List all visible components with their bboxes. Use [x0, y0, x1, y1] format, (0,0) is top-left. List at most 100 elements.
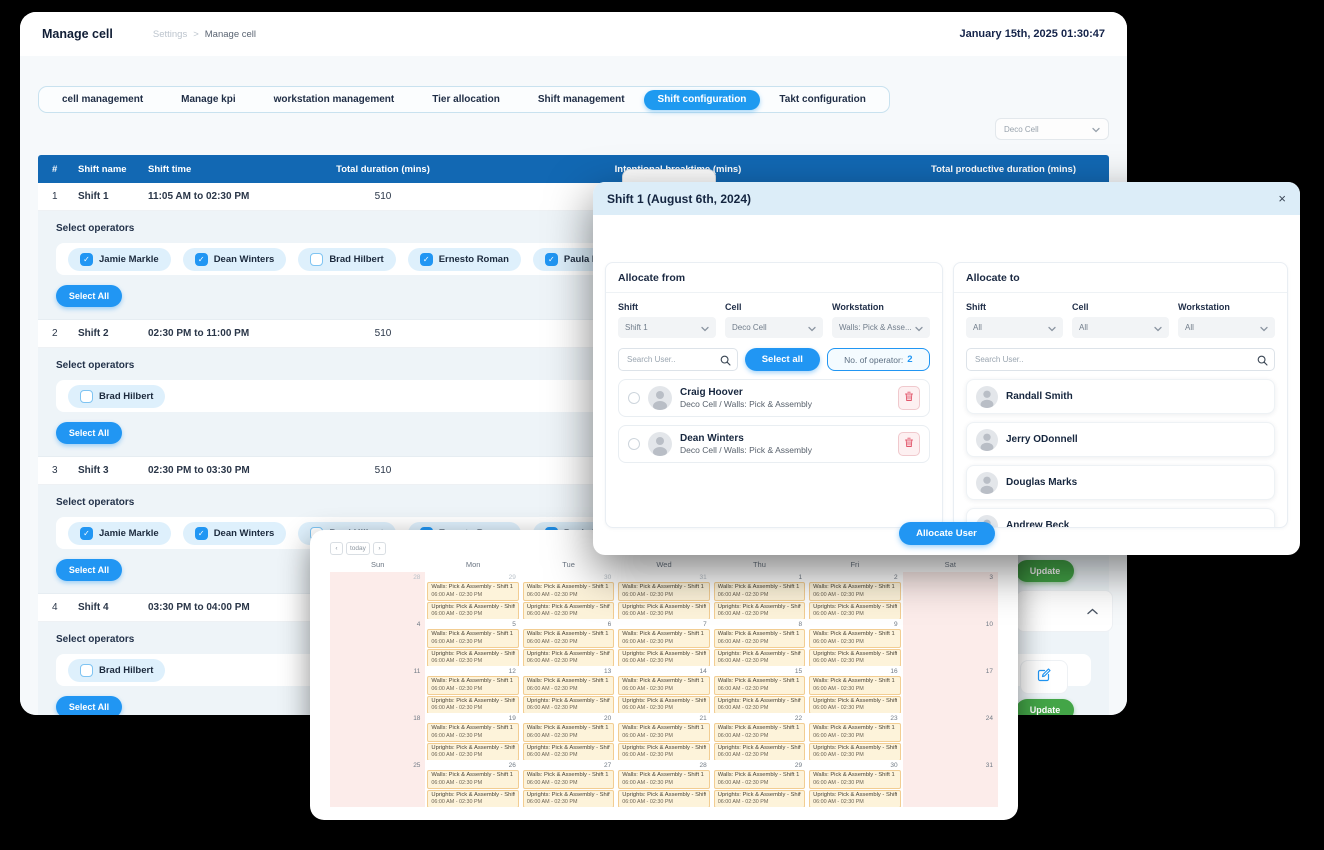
select-workstation-dropdown[interactable]: All [1178, 317, 1275, 338]
calendar-event[interactable]: Walls: Pick & Assembly - Shift 106:00 AM… [809, 582, 900, 601]
calendar-event[interactable]: Walls: Pick & Assembly - Shift 106:00 AM… [809, 676, 900, 695]
calendar-event[interactable]: Uprights: Pick & Assembly - Shift 106:00… [809, 696, 900, 713]
close-icon[interactable]: × [1278, 191, 1286, 206]
calendar-day-cell[interactable]: 20Walls: Pick & Assembly - Shift 106:00 … [521, 713, 616, 760]
tab-tier-allocation[interactable]: Tier allocation [413, 87, 519, 112]
select-shift-dropdown[interactable]: Shift 1 [618, 317, 716, 338]
calendar-event[interactable]: Walls: Pick & Assembly - Shift 106:00 AM… [523, 676, 614, 695]
calendar-day-cell[interactable]: 16Walls: Pick & Assembly - Shift 106:00 … [807, 666, 902, 713]
operator-chip-dean-winters[interactable]: ✓Dean Winters [183, 522, 287, 545]
calendar-event[interactable]: Walls: Pick & Assembly - Shift 106:00 AM… [809, 629, 900, 648]
calendar-day-cell[interactable]: 19Walls: Pick & Assembly - Shift 106:00 … [425, 713, 520, 760]
calendar-event[interactable]: Walls: Pick & Assembly - Shift 106:00 AM… [714, 723, 805, 742]
calendar-event[interactable]: Walls: Pick & Assembly - Shift 106:00 AM… [809, 723, 900, 742]
operator-chip-jamie-markle[interactable]: ✓Jamie Markle [68, 522, 171, 545]
calendar-event[interactable]: Uprights: Pick & Assembly - Shift 106:00… [809, 649, 900, 666]
user-card-douglas-marks[interactable]: Douglas Marks [966, 465, 1275, 500]
calendar-day-cell[interactable]: 1Walls: Pick & Assembly - Shift 106:00 A… [712, 572, 807, 619]
calendar-day-cell[interactable]: 31Walls: Pick & Assembly - Shift 106:00 … [616, 572, 711, 619]
tab-workstation-management[interactable]: workstation management [255, 87, 414, 112]
calendar-day-cell[interactable]: 30Walls: Pick & Assembly - Shift 106:00 … [807, 760, 902, 807]
checkbox-unchecked-icon[interactable] [80, 390, 93, 403]
calendar-event[interactable]: Walls: Pick & Assembly - Shift 106:00 AM… [618, 676, 709, 695]
checkbox-checked-icon[interactable]: ✓ [420, 253, 433, 266]
tab-cell-management[interactable]: cell management [43, 87, 162, 112]
calendar-day-cell[interactable]: 12Walls: Pick & Assembly - Shift 106:00 … [425, 666, 520, 713]
calendar-event[interactable]: Walls: Pick & Assembly - Shift 106:00 AM… [809, 770, 900, 789]
calendar-event[interactable]: Walls: Pick & Assembly - Shift 106:00 AM… [523, 770, 614, 789]
allocate-user-button[interactable]: Allocate User [899, 522, 995, 545]
calendar-day-cell[interactable]: 31 [903, 760, 998, 807]
chevron-up-icon[interactable] [1087, 602, 1098, 620]
calendar-event[interactable]: Walls: Pick & Assembly - Shift 106:00 AM… [427, 723, 518, 742]
calendar-event[interactable]: Uprights: Pick & Assembly - Shift 106:00… [427, 649, 518, 666]
search-user-input[interactable]: Search User.. [966, 348, 1275, 371]
delete-user-button[interactable] [898, 432, 920, 456]
tab-shift-configuration[interactable]: Shift configuration [644, 90, 761, 110]
update-button-bottom[interactable]: Update [1016, 699, 1074, 715]
calendar-event[interactable]: Walls: Pick & Assembly - Shift 106:00 AM… [618, 629, 709, 648]
calendar-day-cell[interactable]: 28Walls: Pick & Assembly - Shift 106:00 … [616, 760, 711, 807]
calendar-day-cell[interactable]: 26Walls: Pick & Assembly - Shift 106:00 … [425, 760, 520, 807]
operator-count-badge[interactable]: No. of operator: 2 [827, 348, 930, 371]
calendar-event[interactable]: Walls: Pick & Assembly - Shift 106:00 AM… [618, 770, 709, 789]
calendar-day-cell[interactable]: 18 [330, 713, 425, 760]
checkbox-unchecked-icon[interactable] [310, 253, 323, 266]
tab-shift-management[interactable]: Shift management [519, 87, 644, 112]
calendar-event[interactable]: Uprights: Pick & Assembly - Shift 106:00… [714, 743, 805, 760]
calendar-next-button[interactable]: › [373, 542, 386, 555]
calendar-event[interactable]: Uprights: Pick & Assembly - Shift 106:00… [523, 743, 614, 760]
calendar-event[interactable]: Walls: Pick & Assembly - Shift 106:00 AM… [523, 629, 614, 648]
calendar-event[interactable]: Uprights: Pick & Assembly - Shift 106:00… [809, 790, 900, 807]
calendar-today-button[interactable]: today [346, 542, 370, 555]
checkbox-checked-icon[interactable]: ✓ [80, 527, 93, 540]
select-shift-dropdown[interactable]: All [966, 317, 1063, 338]
calendar-event[interactable]: Uprights: Pick & Assembly - Shift 106:00… [427, 696, 518, 713]
calendar-event[interactable]: Uprights: Pick & Assembly - Shift 106:00… [523, 602, 614, 619]
calendar-day-cell[interactable]: 28 [330, 572, 425, 619]
operator-chip-ernesto-roman[interactable]: ✓Ernesto Roman [408, 248, 521, 271]
calendar-day-cell[interactable]: 3 [903, 572, 998, 619]
edit-button[interactable] [1020, 660, 1068, 694]
calendar-event[interactable]: Uprights: Pick & Assembly - Shift 106:00… [427, 743, 518, 760]
calendar-event[interactable]: Uprights: Pick & Assembly - Shift 106:00… [809, 743, 900, 760]
radio-button[interactable] [628, 438, 640, 450]
calendar-event[interactable]: Uprights: Pick & Assembly - Shift 106:00… [714, 602, 805, 619]
calendar-event[interactable]: Uprights: Pick & Assembly - Shift 106:00… [809, 602, 900, 619]
calendar-event[interactable]: Uprights: Pick & Assembly - Shift 106:00… [523, 649, 614, 666]
calendar-event[interactable]: Uprights: Pick & Assembly - Shift 106:00… [427, 602, 518, 619]
calendar-event[interactable]: Uprights: Pick & Assembly - Shift 106:00… [523, 790, 614, 807]
calendar-event[interactable]: Uprights: Pick & Assembly - Shift 106:00… [714, 696, 805, 713]
calendar-event[interactable]: Walls: Pick & Assembly - Shift 106:00 AM… [427, 676, 518, 695]
calendar-event[interactable]: Walls: Pick & Assembly - Shift 106:00 AM… [714, 629, 805, 648]
calendar-event[interactable]: Walls: Pick & Assembly - Shift 106:00 AM… [714, 770, 805, 789]
calendar-day-cell[interactable]: 10 [903, 619, 998, 666]
calendar-event[interactable]: Walls: Pick & Assembly - Shift 106:00 AM… [714, 582, 805, 601]
calendar-day-cell[interactable]: 5Walls: Pick & Assembly - Shift 106:00 A… [425, 619, 520, 666]
calendar-day-cell[interactable]: 2Walls: Pick & Assembly - Shift 106:00 A… [807, 572, 902, 619]
calendar-event[interactable]: Walls: Pick & Assembly - Shift 106:00 AM… [427, 770, 518, 789]
calendar-event[interactable]: Walls: Pick & Assembly - Shift 106:00 AM… [618, 723, 709, 742]
calendar-day-cell[interactable]: 29Walls: Pick & Assembly - Shift 106:00 … [425, 572, 520, 619]
select-workstation-dropdown[interactable]: Walls: Pick & Asse... [832, 317, 930, 338]
user-card-randall-smith[interactable]: Randall Smith [966, 379, 1275, 414]
checkbox-checked-icon[interactable]: ✓ [80, 253, 93, 266]
calendar-day-cell[interactable]: 30Walls: Pick & Assembly - Shift 106:00 … [521, 572, 616, 619]
user-card-jerry-odonnell[interactable]: Jerry ODonnell [966, 422, 1275, 457]
calendar-event[interactable]: Uprights: Pick & Assembly - Shift 106:00… [618, 790, 709, 807]
user-card-dean-winters[interactable]: Dean WintersDeco Cell / Walls: Pick & As… [618, 425, 930, 463]
calendar-day-cell[interactable]: 25 [330, 760, 425, 807]
select-all-button[interactable]: Select all [745, 348, 820, 371]
calendar-event[interactable]: Walls: Pick & Assembly - Shift 106:00 AM… [523, 723, 614, 742]
calendar-event[interactable]: Uprights: Pick & Assembly - Shift 106:00… [618, 649, 709, 666]
calendar-event[interactable]: Uprights: Pick & Assembly - Shift 106:00… [427, 790, 518, 807]
checkbox-checked-icon[interactable]: ✓ [195, 253, 208, 266]
select-cell-dropdown[interactable]: Deco Cell [725, 317, 823, 338]
select-cell-dropdown[interactable]: All [1072, 317, 1169, 338]
operator-chip-dean-winters[interactable]: ✓Dean Winters [183, 248, 287, 271]
update-button-top[interactable]: Update [1016, 560, 1074, 582]
calendar-event[interactable]: Uprights: Pick & Assembly - Shift 106:00… [618, 602, 709, 619]
select-all-operators-button[interactable]: Select All [56, 559, 122, 581]
calendar-day-cell[interactable]: 8Walls: Pick & Assembly - Shift 106:00 A… [712, 619, 807, 666]
breadcrumb-section[interactable]: Settings [153, 29, 187, 40]
